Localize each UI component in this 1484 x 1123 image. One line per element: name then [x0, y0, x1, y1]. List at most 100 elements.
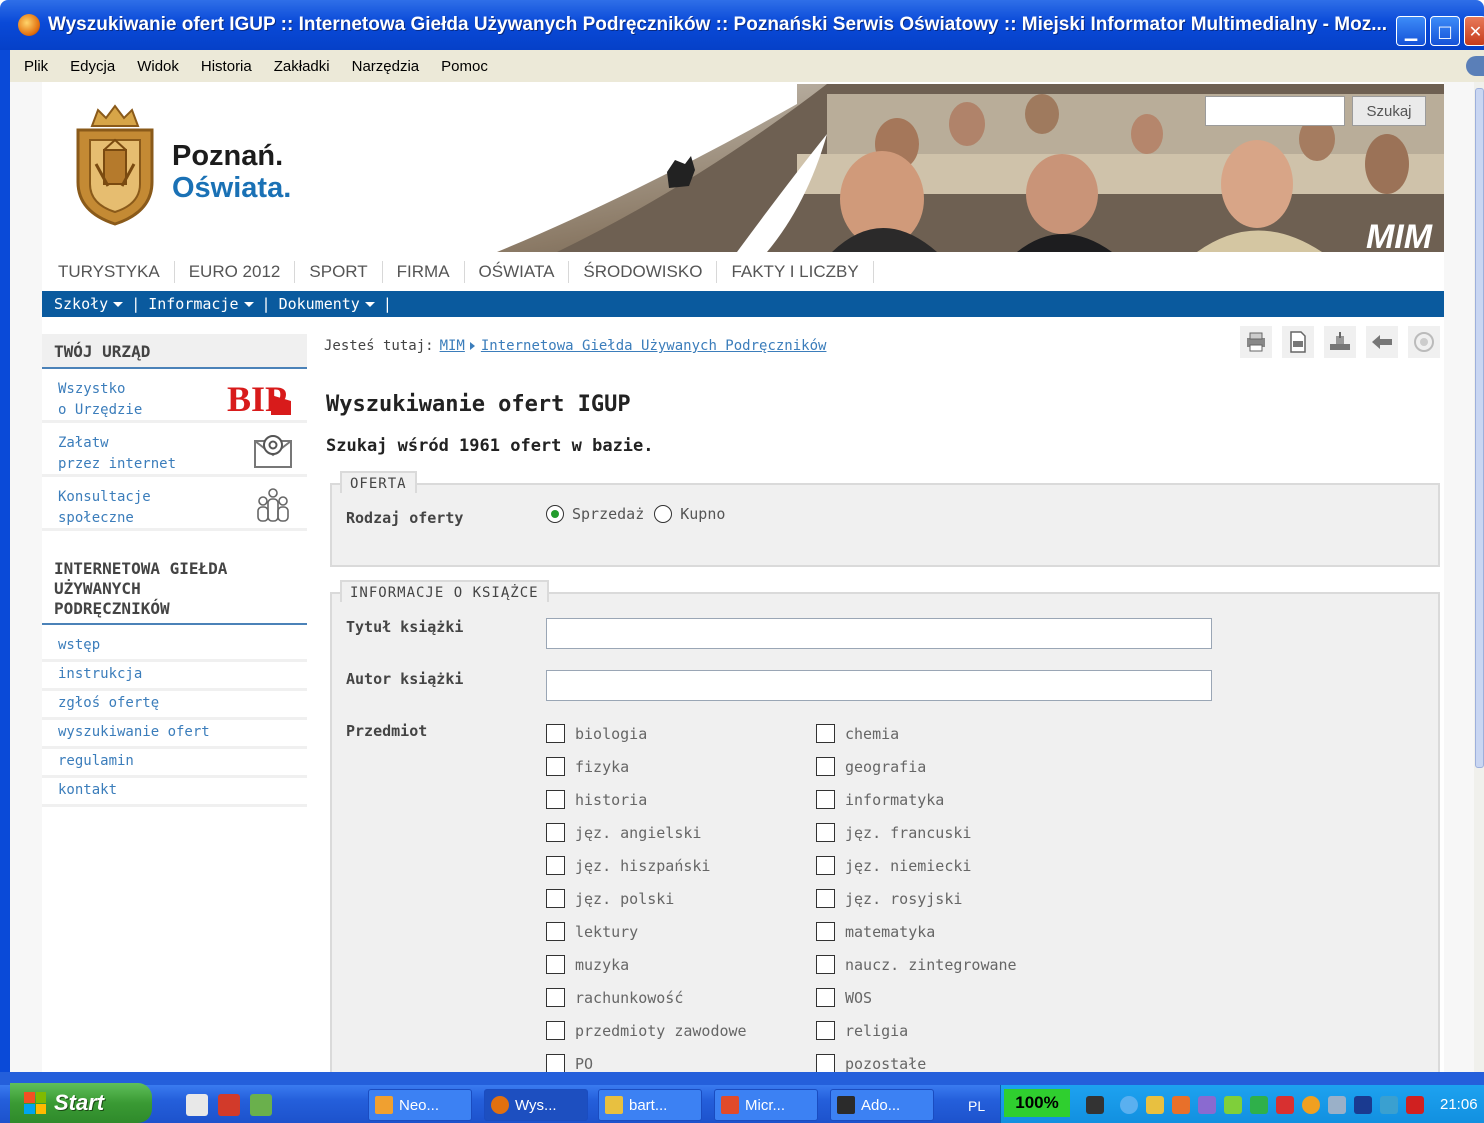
subject-checkbox[interactable]: chemia [816, 724, 899, 743]
subject-checkbox[interactable]: jęz. niemiecki [816, 856, 971, 875]
subnav-szkoly[interactable]: Szkoły [54, 295, 124, 313]
zoom-indicator[interactable]: 100% [1004, 1089, 1070, 1117]
checkbox[interactable] [546, 856, 565, 875]
checkbox[interactable] [816, 1021, 835, 1040]
vertical-scrollbar[interactable] [1474, 82, 1484, 1072]
checkbox[interactable] [816, 889, 835, 908]
radio-kupno-label[interactable]: Kupno [680, 505, 725, 523]
site-search-button[interactable]: Szukaj [1352, 96, 1426, 126]
sidebar-link-regulamin[interactable]: regulamin [42, 749, 307, 778]
tray-icon[interactable] [1120, 1096, 1138, 1114]
sidebar-link-wyszukiwanie-ofert[interactable]: wyszukiwanie ofert [42, 720, 307, 749]
site-brand[interactable]: Poznań. Oświata. [172, 140, 291, 204]
tray-icon[interactable] [1224, 1096, 1242, 1114]
checkbox[interactable] [546, 922, 565, 941]
subject-checkbox[interactable]: jęz. hiszpański [546, 856, 710, 875]
menu-plik[interactable]: Plik [24, 58, 48, 75]
accessibility-button[interactable] [1408, 326, 1440, 358]
menu-pomoc[interactable]: Pomoc [441, 58, 488, 75]
site-search-input[interactable] [1205, 96, 1345, 126]
task-bart[interactable]: bart... [598, 1089, 702, 1121]
breadcrumb-link-mim[interactable]: MIM [440, 338, 465, 354]
menu-narzedzia[interactable]: Narzędzia [352, 58, 420, 75]
nav-turystyka[interactable]: TURYSTYKA [42, 261, 175, 283]
sidebar-box-konsultacje[interactable]: Konsultacje społeczne [42, 477, 307, 531]
subnav-dokumenty[interactable]: Dokumenty [279, 295, 375, 313]
close-button[interactable]: ✕ [1464, 16, 1484, 46]
title-input[interactable] [546, 618, 1212, 649]
subject-checkbox[interactable]: naucz. zintegrowane [816, 955, 1017, 974]
checkbox[interactable] [546, 823, 565, 842]
tray-icon[interactable] [1250, 1096, 1268, 1114]
tray-icon[interactable] [1146, 1096, 1164, 1114]
subject-checkbox[interactable]: lektury [546, 922, 638, 941]
tray-icon[interactable] [1328, 1096, 1346, 1114]
checkbox[interactable] [546, 955, 565, 974]
share-button[interactable] [1324, 326, 1356, 358]
sidebar-link-wstep[interactable]: wstęp [42, 633, 307, 662]
sidebar-link-zglos-oferte[interactable]: zgłoś ofertę [42, 691, 307, 720]
subject-checkbox[interactable]: matematyka [816, 922, 935, 941]
subject-checkbox[interactable]: historia [546, 790, 647, 809]
checkbox[interactable] [546, 988, 565, 1007]
sidebar-box-urzad[interactable]: Wszystko o Urzędzie BIP [42, 369, 307, 423]
language-indicator[interactable]: PL [968, 1098, 985, 1114]
tray-icon[interactable] [1276, 1096, 1294, 1114]
print-button[interactable] [1240, 326, 1272, 358]
subject-checkbox[interactable]: jęz. francuski [816, 823, 971, 842]
subject-checkbox[interactable]: fizyka [546, 757, 629, 776]
nav-srodowisko[interactable]: ŚRODOWISKO [569, 261, 718, 283]
maximize-button[interactable]: □ [1430, 16, 1460, 46]
nav-oswiata[interactable]: OŚWIATA [465, 261, 570, 283]
nav-euro-2012[interactable]: EURO 2012 [175, 261, 296, 283]
checkbox[interactable] [546, 1054, 565, 1072]
sidebar-link-instrukcja[interactable]: instrukcja [42, 662, 307, 691]
checkbox[interactable] [816, 1054, 835, 1072]
checkbox[interactable] [816, 988, 835, 1007]
nav-sport[interactable]: SPORT [295, 261, 383, 283]
task-micr[interactable]: Micr... [714, 1089, 818, 1121]
checkbox[interactable] [546, 724, 565, 743]
checkbox[interactable] [816, 856, 835, 875]
tray-icon[interactable] [1380, 1096, 1398, 1114]
tray-icon[interactable] [1198, 1096, 1216, 1114]
minimize-button[interactable]: ▁ [1396, 16, 1426, 46]
subject-checkbox[interactable]: religia [816, 1021, 908, 1040]
back-button[interactable] [1366, 326, 1398, 358]
subject-checkbox[interactable]: jęz. polski [546, 889, 674, 908]
tray-icon[interactable] [1302, 1096, 1320, 1114]
scrollbar-thumb[interactable] [1475, 88, 1484, 768]
checkbox[interactable] [816, 922, 835, 941]
task-wys[interactable]: Wys... [484, 1089, 588, 1121]
menu-edycja[interactable]: Edycja [70, 58, 115, 75]
checkbox[interactable] [546, 757, 565, 776]
subject-checkbox[interactable]: muzyka [546, 955, 629, 974]
task-ado[interactable]: Ado... [830, 1089, 934, 1121]
menu-historia[interactable]: Historia [201, 58, 252, 75]
clock[interactable]: 21:06 [1440, 1096, 1478, 1113]
breadcrumb-link-igup[interactable]: Internetowa Giełda Używanych Podręcznikó… [481, 338, 827, 354]
checkbox[interactable] [816, 757, 835, 776]
checkbox[interactable] [816, 955, 835, 974]
tray-icon[interactable] [1354, 1096, 1372, 1114]
start-button[interactable]: Start [10, 1083, 152, 1123]
checkbox[interactable] [546, 1021, 565, 1040]
radio-sprzedaz[interactable] [546, 505, 564, 523]
subject-checkbox[interactable]: rachunkowość [546, 988, 683, 1007]
sidebar-link-kontakt[interactable]: kontakt [42, 778, 307, 807]
nav-fakty-i-liczby[interactable]: FAKTY I LICZBY [717, 261, 874, 283]
task-neo[interactable]: Neo... [368, 1089, 472, 1121]
subject-checkbox[interactable]: geografia [816, 757, 926, 776]
subject-checkbox[interactable]: pozostałe [816, 1054, 926, 1072]
checkbox[interactable] [816, 823, 835, 842]
subject-checkbox[interactable]: jęz. rosyjski [816, 889, 962, 908]
tray-icon[interactable] [1406, 1096, 1424, 1114]
radio-kupno[interactable] [654, 505, 673, 523]
radio-sprzedaz-label[interactable]: Sprzedaż [572, 505, 644, 523]
show-desktop-icon[interactable] [186, 1094, 208, 1116]
subject-checkbox[interactable]: informatyka [816, 790, 944, 809]
subject-checkbox[interactable]: biologia [546, 724, 647, 743]
quicklaunch-app-icon[interactable] [250, 1094, 272, 1116]
pdf-button[interactable] [1282, 326, 1314, 358]
checkbox[interactable] [546, 790, 565, 809]
